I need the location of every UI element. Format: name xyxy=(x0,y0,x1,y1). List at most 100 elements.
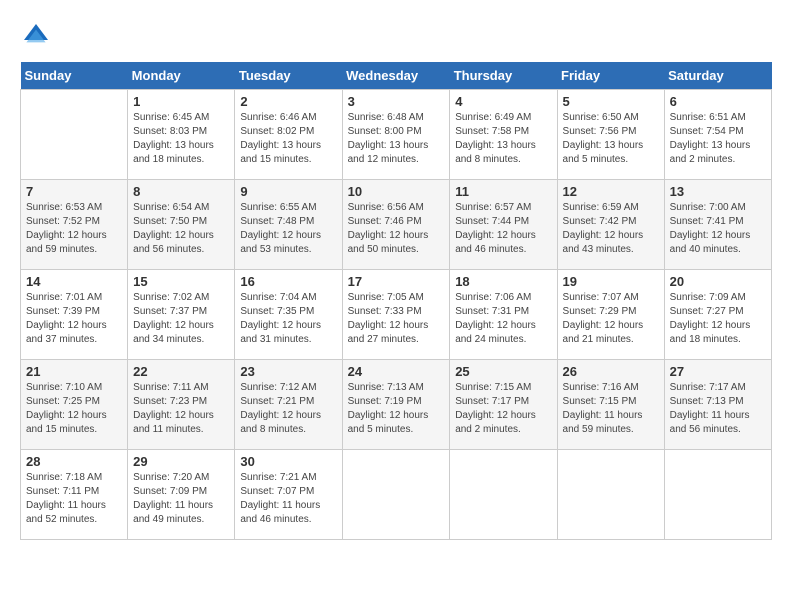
day-info: Sunrise: 7:20 AMSunset: 7:09 PMDaylight:… xyxy=(133,471,229,527)
day-cell: 22 Sunrise: 7:11 AMSunset: 7:23 PMDayligh… xyxy=(128,360,235,450)
day-number: 15 xyxy=(133,274,229,289)
day-cell: 23Sunrise: 7:12 AMSunset: 7:21 PMDayligh… xyxy=(235,360,342,450)
day-number: 19 xyxy=(563,274,659,289)
calendar-body: 1 Sunrise: 6:45 AMSunset: 8:03 PMDaylight… xyxy=(21,90,772,540)
day-info: Sunrise: 7:16 AMSunset: 7:15 PMDaylight:… xyxy=(563,381,659,437)
day-cell xyxy=(342,450,450,540)
header-cell-friday: Friday xyxy=(557,62,664,90)
day-cell xyxy=(664,450,771,540)
day-info: Sunrise: 7:05 AMSunset: 7:33 PMDaylight:… xyxy=(348,291,445,347)
day-cell: 6 Sunrise: 6:51 AMSunset: 7:54 PMDaylight… xyxy=(664,90,771,180)
day-info: Sunrise: 7:15 AMSunset: 7:17 PMDaylight:… xyxy=(455,381,551,437)
day-info: Sunrise: 7:12 AMSunset: 7:21 PMDaylight:… xyxy=(240,381,336,437)
day-cell xyxy=(557,450,664,540)
day-info: Sunrise: 7:17 AMSunset: 7:13 PMDaylight:… xyxy=(670,381,766,437)
day-number: 5 xyxy=(563,94,659,109)
day-cell: 21 Sunrise: 7:10 AMSunset: 7:25 PMDayligh… xyxy=(21,360,128,450)
week-row-5: 28 Sunrise: 7:18 AMSunset: 7:11 PMDayligh… xyxy=(21,450,772,540)
day-info: Sunrise: 7:04 AMSunset: 7:35 PMDaylight:… xyxy=(240,291,336,347)
day-info: Sunrise: 6:50 AMSunset: 7:56 PMDaylight:… xyxy=(563,111,659,167)
day-number: 24 xyxy=(348,364,445,379)
day-cell xyxy=(21,90,128,180)
day-cell: 10 Sunrise: 6:56 AMSunset: 7:46 PMDayligh… xyxy=(342,180,450,270)
day-info: Sunrise: 6:45 AMSunset: 8:03 PMDaylight:… xyxy=(133,111,229,167)
day-cell: 9Sunrise: 6:55 AMSunset: 7:48 PMDaylight… xyxy=(235,180,342,270)
day-info: Sunrise: 7:02 AMSunset: 7:37 PMDaylight:… xyxy=(133,291,229,347)
day-info: Sunrise: 6:59 AMSunset: 7:42 PMDaylight:… xyxy=(563,201,659,257)
day-cell: 25 Sunrise: 7:15 AMSunset: 7:17 PMDayligh… xyxy=(450,360,557,450)
day-info: Sunrise: 7:11 AMSunset: 7:23 PMDaylight:… xyxy=(133,381,229,437)
day-number: 13 xyxy=(670,184,766,199)
day-info: Sunrise: 7:00 AMSunset: 7:41 PMDaylight:… xyxy=(670,201,766,257)
day-number: 21 xyxy=(26,364,122,379)
day-number: 6 xyxy=(670,94,766,109)
day-number: 1 xyxy=(133,94,229,109)
day-number: 16 xyxy=(240,274,336,289)
day-cell: 20 Sunrise: 7:09 AMSunset: 7:27 PMDayligh… xyxy=(664,270,771,360)
day-info: Sunrise: 7:09 AMSunset: 7:27 PMDaylight:… xyxy=(670,291,766,347)
day-info: Sunrise: 7:01 AMSunset: 7:39 PMDaylight:… xyxy=(26,291,122,347)
day-cell: 19 Sunrise: 7:07 AMSunset: 7:29 PMDayligh… xyxy=(557,270,664,360)
day-info: Sunrise: 6:54 AMSunset: 7:50 PMDaylight:… xyxy=(133,201,229,257)
day-number: 3 xyxy=(348,94,445,109)
day-cell: 8 Sunrise: 6:54 AMSunset: 7:50 PMDaylight… xyxy=(128,180,235,270)
day-cell: 16 Sunrise: 7:04 AMSunset: 7:35 PMDayligh… xyxy=(235,270,342,360)
day-number: 20 xyxy=(670,274,766,289)
day-number: 14 xyxy=(26,274,122,289)
week-row-2: 7 Sunrise: 6:53 AMSunset: 7:52 PMDaylight… xyxy=(21,180,772,270)
day-number: 22 xyxy=(133,364,229,379)
week-row-4: 21 Sunrise: 7:10 AMSunset: 7:25 PMDayligh… xyxy=(21,360,772,450)
day-info: Sunrise: 6:56 AMSunset: 7:46 PMDaylight:… xyxy=(348,201,445,257)
day-number: 26 xyxy=(563,364,659,379)
day-number: 18 xyxy=(455,274,551,289)
day-number: 29 xyxy=(133,454,229,469)
day-info: Sunrise: 6:53 AMSunset: 7:52 PMDaylight:… xyxy=(26,201,122,257)
day-number: 11 xyxy=(455,184,551,199)
day-info: Sunrise: 7:18 AMSunset: 7:11 PMDaylight:… xyxy=(26,471,122,527)
week-row-3: 14 Sunrise: 7:01 AMSunset: 7:39 PMDayligh… xyxy=(21,270,772,360)
day-info: Sunrise: 6:46 AMSunset: 8:02 PMDaylight:… xyxy=(240,111,336,167)
day-cell: 28 Sunrise: 7:18 AMSunset: 7:11 PMDayligh… xyxy=(21,450,128,540)
day-info: Sunrise: 7:13 AMSunset: 7:19 PMDaylight:… xyxy=(348,381,445,437)
day-cell: 29 Sunrise: 7:20 AMSunset: 7:09 PMDayligh… xyxy=(128,450,235,540)
day-cell: 7 Sunrise: 6:53 AMSunset: 7:52 PMDaylight… xyxy=(21,180,128,270)
day-cell: 15 Sunrise: 7:02 AMSunset: 7:37 PMDayligh… xyxy=(128,270,235,360)
page-header xyxy=(20,20,772,52)
header-cell-monday: Monday xyxy=(128,62,235,90)
day-number: 8 xyxy=(133,184,229,199)
header-row: SundayMondayTuesdayWednesdayThursdayFrid… xyxy=(21,62,772,90)
day-number: 17 xyxy=(348,274,445,289)
day-info: Sunrise: 6:48 AMSunset: 8:00 PMDaylight:… xyxy=(348,111,445,167)
logo xyxy=(20,20,56,52)
day-number: 7 xyxy=(26,184,122,199)
day-info: Sunrise: 7:10 AMSunset: 7:25 PMDaylight:… xyxy=(26,381,122,437)
day-cell: 30Sunrise: 7:21 AMSunset: 7:07 PMDayligh… xyxy=(235,450,342,540)
day-cell: 1 Sunrise: 6:45 AMSunset: 8:03 PMDaylight… xyxy=(128,90,235,180)
day-cell: 27 Sunrise: 7:17 AMSunset: 7:13 PMDayligh… xyxy=(664,360,771,450)
day-cell: 14 Sunrise: 7:01 AMSunset: 7:39 PMDayligh… xyxy=(21,270,128,360)
day-number: 2 xyxy=(240,94,336,109)
day-cell: 3 Sunrise: 6:48 AMSunset: 8:00 PMDaylight… xyxy=(342,90,450,180)
header-cell-saturday: Saturday xyxy=(664,62,771,90)
day-cell: 18Sunrise: 7:06 AMSunset: 7:31 PMDayligh… xyxy=(450,270,557,360)
calendar-header: SundayMondayTuesdayWednesdayThursdayFrid… xyxy=(21,62,772,90)
logo-icon xyxy=(20,20,52,52)
header-cell-wednesday: Wednesday xyxy=(342,62,450,90)
day-number: 27 xyxy=(670,364,766,379)
day-number: 25 xyxy=(455,364,551,379)
day-cell: 17 Sunrise: 7:05 AMSunset: 7:33 PMDayligh… xyxy=(342,270,450,360)
day-cell: 24 Sunrise: 7:13 AMSunset: 7:19 PMDayligh… xyxy=(342,360,450,450)
day-number: 10 xyxy=(348,184,445,199)
header-cell-thursday: Thursday xyxy=(450,62,557,90)
day-info: Sunrise: 6:51 AMSunset: 7:54 PMDaylight:… xyxy=(670,111,766,167)
header-cell-sunday: Sunday xyxy=(21,62,128,90)
day-cell: 11Sunrise: 6:57 AMSunset: 7:44 PMDayligh… xyxy=(450,180,557,270)
day-cell: 5 Sunrise: 6:50 AMSunset: 7:56 PMDaylight… xyxy=(557,90,664,180)
day-cell: 2 Sunrise: 6:46 AMSunset: 8:02 PMDaylight… xyxy=(235,90,342,180)
calendar-table: SundayMondayTuesdayWednesdayThursdayFrid… xyxy=(20,62,772,540)
day-cell: 4Sunrise: 6:49 AMSunset: 7:58 PMDaylight… xyxy=(450,90,557,180)
day-number: 28 xyxy=(26,454,122,469)
day-info: Sunrise: 7:07 AMSunset: 7:29 PMDaylight:… xyxy=(563,291,659,347)
day-cell: 13 Sunrise: 7:00 AMSunset: 7:41 PMDayligh… xyxy=(664,180,771,270)
header-cell-tuesday: Tuesday xyxy=(235,62,342,90)
